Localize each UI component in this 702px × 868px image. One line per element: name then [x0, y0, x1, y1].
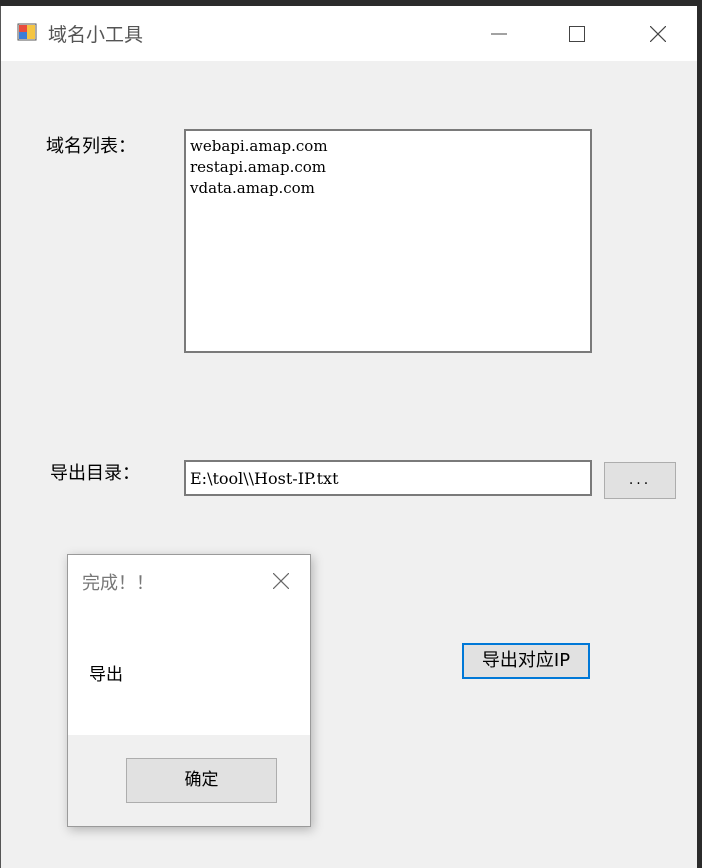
domain-list-textarea[interactable]: webapi.amap.com restapi.amap.com vdata.a…	[184, 129, 592, 353]
minimize-icon	[491, 33, 507, 35]
export-path-input[interactable]	[184, 460, 592, 496]
app-icon	[17, 23, 37, 41]
export-dir-label: 导出目录：	[50, 463, 140, 484]
minimize-button[interactable]	[459, 6, 539, 61]
title-bar[interactable]: 域名小工具	[1, 6, 697, 61]
domain-line: vdata.amap.com	[190, 179, 315, 197]
export-ip-button[interactable]: 导出对应IP	[462, 643, 590, 679]
dialog-title: 完成！！	[82, 573, 154, 594]
browse-button[interactable]: ...	[604, 462, 676, 499]
domain-list-label: 域名列表：	[46, 136, 136, 157]
message-dialog: 完成！！ 导出 确定	[67, 554, 311, 827]
close-icon	[650, 26, 666, 42]
close-button[interactable]	[618, 6, 698, 61]
ok-button[interactable]: 确定	[126, 758, 277, 803]
window-title: 域名小工具	[48, 24, 144, 46]
maximize-icon	[569, 26, 585, 42]
domain-line: restapi.amap.com	[190, 158, 327, 176]
maximize-button[interactable]	[537, 6, 617, 61]
dialog-footer: 确定	[68, 735, 310, 826]
dialog-message: 导出	[89, 665, 123, 685]
dialog-close-button[interactable]	[272, 572, 290, 593]
domain-line: webapi.amap.com	[190, 137, 328, 155]
close-icon	[272, 572, 290, 590]
